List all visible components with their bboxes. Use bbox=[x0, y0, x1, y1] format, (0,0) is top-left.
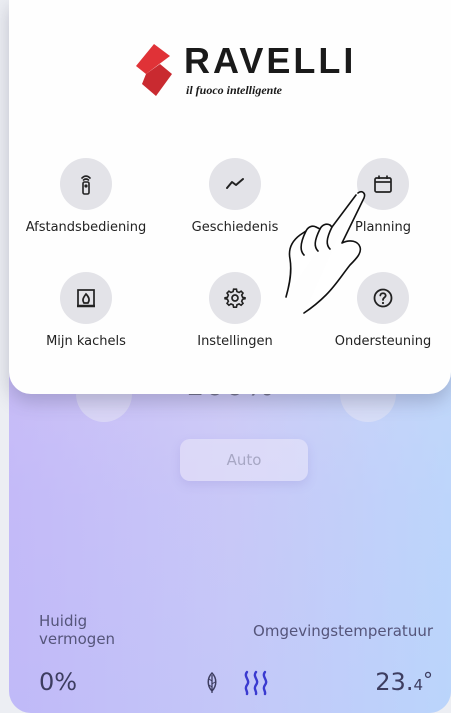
ravelli-logo: RAVELLI il fuoco intelligente bbox=[132, 40, 362, 100]
gear-icon bbox=[224, 288, 246, 309]
heat-icon bbox=[244, 670, 268, 696]
stove-icon bbox=[77, 289, 95, 308]
leaf-icon bbox=[207, 672, 217, 693]
menu-item-label: Geschiedenis bbox=[191, 220, 279, 235]
current-power-label: Huidig vermogen bbox=[39, 612, 116, 648]
menu-item-label: Ondersteuning bbox=[334, 334, 432, 349]
menu-item-label: Mijn kachels bbox=[46, 334, 126, 349]
calendar-icon bbox=[374, 175, 392, 193]
menu-item-remote[interactable]: Afstandsbediening bbox=[11, 158, 161, 244]
help-icon bbox=[373, 288, 393, 308]
menu-item-label: Afstandsbediening bbox=[25, 220, 147, 235]
temp-unit: ° bbox=[423, 668, 433, 692]
main-menu-panel: RAVELLI il fuoco intelligente Afstandsbe… bbox=[9, 0, 451, 394]
chart-line-icon bbox=[226, 178, 244, 189]
auto-mode-button[interactable]: Auto bbox=[180, 439, 308, 481]
brand-name: RAVELLI bbox=[184, 40, 357, 81]
menu-item-support[interactable]: Ondersteuning bbox=[308, 272, 451, 358]
temp-decimal: 4 bbox=[413, 676, 423, 694]
ambient-temp-label: Omgevingstemperatuur bbox=[253, 622, 433, 640]
menu-item-label: Planning bbox=[355, 220, 411, 235]
ravelli-logo-mark bbox=[136, 44, 172, 96]
ambient-temp-value: 23.4° bbox=[375, 668, 433, 696]
brand-tagline: il fuoco intelligente bbox=[186, 83, 282, 97]
menu-item-history[interactable]: Geschiedenis bbox=[160, 158, 310, 244]
remote-icon bbox=[81, 175, 91, 195]
menu-item-settings[interactable]: Instellingen bbox=[160, 272, 310, 358]
temp-integer: 23. bbox=[375, 668, 414, 696]
menu-item-planning[interactable]: Planning bbox=[308, 158, 451, 244]
menu-item-label: Instellingen bbox=[197, 334, 273, 349]
menu-item-my-stoves[interactable]: Mijn kachels bbox=[11, 272, 161, 358]
current-power-value: 0% bbox=[39, 668, 78, 696]
